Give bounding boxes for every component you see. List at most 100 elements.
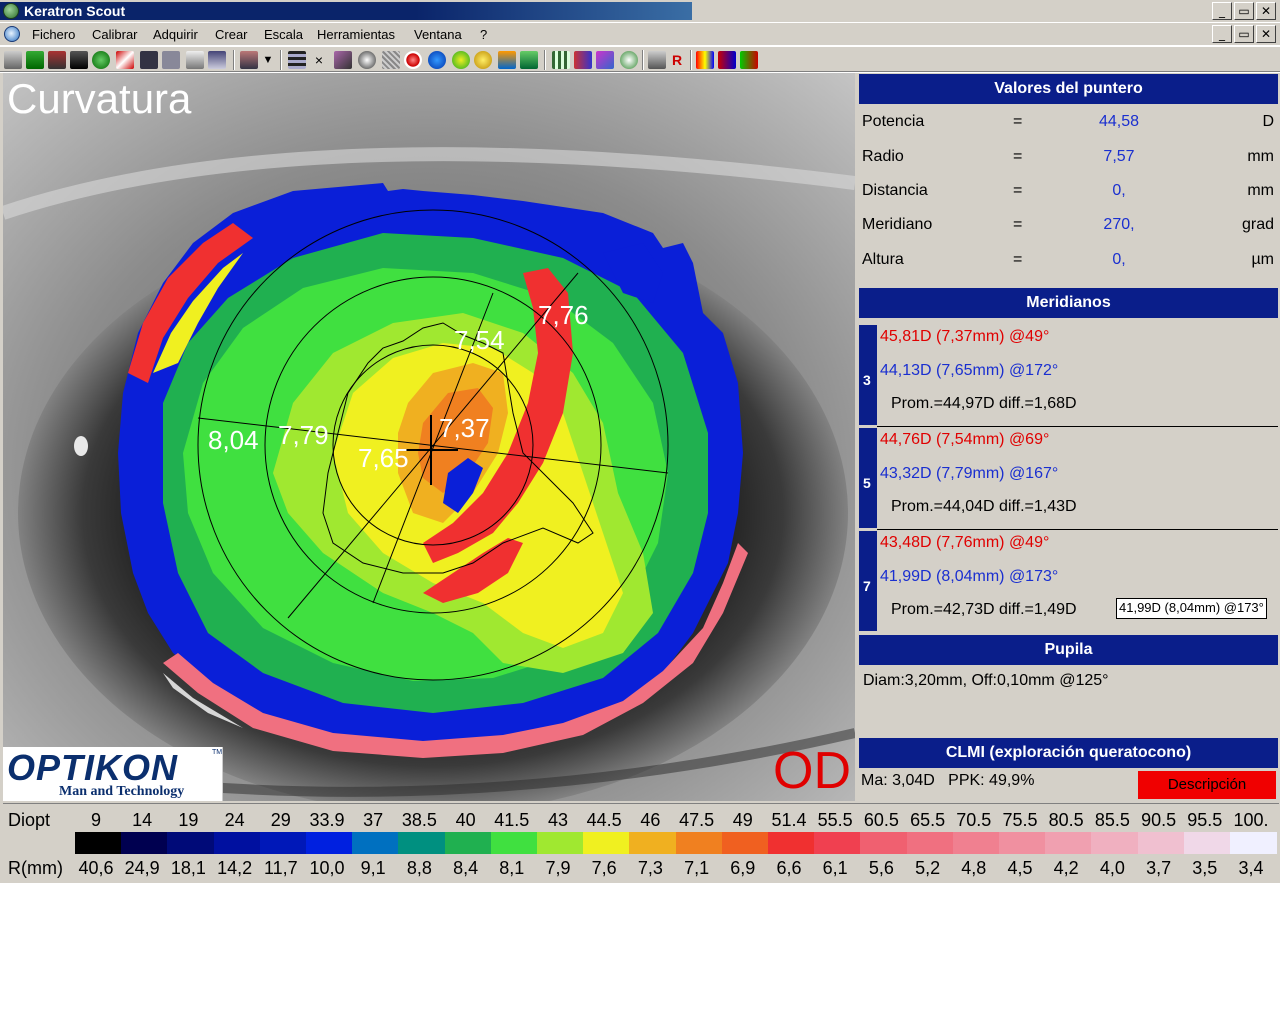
menu-escala[interactable]: Escala [264, 27, 303, 42]
doc-close-button[interactable]: ✕ [1256, 25, 1276, 43]
meridian-steep: 44,76D (7,54mm) @69° [880, 431, 1050, 448]
menu-fichero[interactable]: Fichero [32, 27, 75, 42]
scale-color-swatch [1137, 832, 1185, 854]
close-button[interactable]: ✕ [1256, 2, 1276, 20]
app-icon[interactable] [3, 3, 19, 19]
scale-diopt-value: 51.4 [771, 810, 807, 830]
scale-radius-value: 4,0 [1099, 858, 1125, 878]
scale-color-swatch [906, 832, 954, 854]
scale-radius-value: 6,9 [730, 858, 756, 878]
description-button[interactable]: Descripción [1138, 771, 1276, 799]
pointer-unit: D [1262, 113, 1274, 130]
save-as-icon[interactable] [162, 51, 180, 69]
menu-ventana[interactable]: Ventana [414, 27, 462, 42]
list-icon[interactable] [288, 51, 306, 69]
scale-diopt-value: 49 [732, 810, 753, 830]
scale-diopt-value: 46 [640, 810, 661, 830]
pointer-value: 7,57 [1103, 148, 1135, 165]
lens-icon[interactable] [498, 51, 516, 69]
print-icon[interactable] [186, 51, 204, 69]
palette-icon[interactable] [696, 51, 714, 69]
meridian-zone-label: 5 [863, 475, 871, 491]
doc-minimize-button[interactable]: _ [1212, 25, 1232, 43]
grid-icon[interactable] [382, 51, 400, 69]
scale-radius-value: 11,7 [263, 858, 298, 878]
scale-color-swatch [768, 832, 815, 854]
open-icon[interactable] [4, 51, 22, 69]
menu-help[interactable]: ? [480, 27, 487, 42]
pointer-row-distance: Distancia = 0, mm [859, 177, 1278, 207]
pointer-unit: mm [1247, 182, 1274, 199]
window-title: Keratron Scout [24, 3, 126, 19]
delete-icon[interactable] [116, 51, 134, 69]
view-eye-icon[interactable] [620, 51, 638, 69]
scale-diopt-value: 65.5 [910, 810, 946, 830]
acquire-icon[interactable] [26, 51, 44, 69]
scale-color-swatch [629, 832, 677, 854]
pointer-equals: = [1013, 216, 1023, 233]
scale-diopt-value: 38.5 [401, 810, 437, 830]
rx-icon[interactable]: R [668, 51, 686, 69]
meridian-block-3[interactable]: 3 45,81D (7,37mm) @49° 44,13D (7,65mm) @… [859, 325, 1278, 427]
maximize-button[interactable]: ▭ [1234, 2, 1254, 20]
cross-icon[interactable]: × [310, 51, 328, 69]
profile-icon[interactable] [596, 51, 614, 69]
meridian-zone-label: 7 [863, 578, 871, 594]
scale-color-swatch [444, 832, 492, 854]
eye-icon[interactable] [358, 51, 376, 69]
scale-icon[interactable] [718, 51, 736, 69]
toolbar-separator [280, 50, 282, 70]
monitor-icon[interactable] [208, 51, 226, 69]
scale-radius-value: 10,0 [309, 858, 345, 878]
scale-diopt-value: 24 [224, 810, 245, 830]
pointer-row-height: Altura = 0, µm [859, 246, 1278, 276]
scale-diopt-value: 75.5 [1002, 810, 1038, 830]
pointer-row-meridian: Meridiano = 270, grad [859, 211, 1278, 241]
minimize-button[interactable]: _ [1212, 2, 1232, 20]
doc-maximize-button[interactable]: ▭ [1234, 25, 1254, 43]
logo-brand: OPTIKON [7, 747, 179, 788]
meridian-divider [877, 426, 1278, 427]
a-icon[interactable] [452, 51, 470, 69]
topography-map[interactable]: Curvatura 8,04 7,79 7,65 7,37 7,54 7,76 … [3, 73, 855, 801]
map-title: Curvatura [7, 75, 192, 122]
compare-icon[interactable] [648, 51, 666, 69]
light-reflection [74, 436, 88, 456]
meridian-summary: Prom.=44,97D diff.=1,68D [891, 395, 1077, 412]
menu-calibrar[interactable]: Calibrar [92, 27, 138, 42]
book-icon[interactable] [334, 51, 352, 69]
globe-icon[interactable] [92, 51, 110, 69]
chart-icon[interactable] [574, 51, 592, 69]
target-icon[interactable] [404, 51, 422, 69]
pupil-panel-title: Pupila [859, 635, 1278, 665]
table-icon[interactable] [552, 51, 570, 69]
export-icon[interactable] [240, 51, 258, 69]
pointer-panel: Potencia = 44,58 D Radio = 7,57 mm Dista… [859, 106, 1278, 286]
w-icon[interactable] [520, 51, 538, 69]
scale-radius-value: 3,7 [1146, 858, 1172, 878]
camera-icon[interactable] [70, 51, 88, 69]
menu-crear[interactable]: Crear [215, 27, 248, 42]
pointer-equals: = [1013, 251, 1023, 268]
normalize-icon[interactable] [740, 51, 758, 69]
menu-herramientas[interactable]: Herramientas [317, 27, 395, 42]
scale-color-swatch [721, 832, 769, 854]
pointer-row-power: Potencia = 44,58 D [859, 108, 1278, 138]
menu-adquirir[interactable]: Adquirir [153, 27, 198, 42]
g-icon[interactable] [474, 51, 492, 69]
meridian-block-5[interactable]: 5 44,76D (7,54mm) @69° 43,32D (7,79mm) @… [859, 428, 1278, 530]
save-icon[interactable] [140, 51, 158, 69]
scale-color-swatch [75, 832, 122, 854]
scale-diopt-value: 85.5 [1094, 810, 1130, 830]
meridians-panel-title: Meridianos [859, 288, 1278, 318]
chevron-down-icon[interactable]: ▼ [262, 51, 274, 69]
scale-diopt-value: 55.5 [817, 810, 853, 830]
label-7-65: 7,65 [358, 443, 409, 473]
circle-icon[interactable] [428, 51, 446, 69]
scale-radius-label: R(mm) [8, 858, 63, 878]
meridian-zone-label: 3 [863, 372, 871, 388]
pointer-label: Altura [862, 251, 904, 268]
clmi-panel-title: CLMI (exploración queratocono) [859, 738, 1278, 768]
document-icon[interactable] [4, 26, 20, 42]
tool-icon[interactable] [48, 51, 66, 69]
